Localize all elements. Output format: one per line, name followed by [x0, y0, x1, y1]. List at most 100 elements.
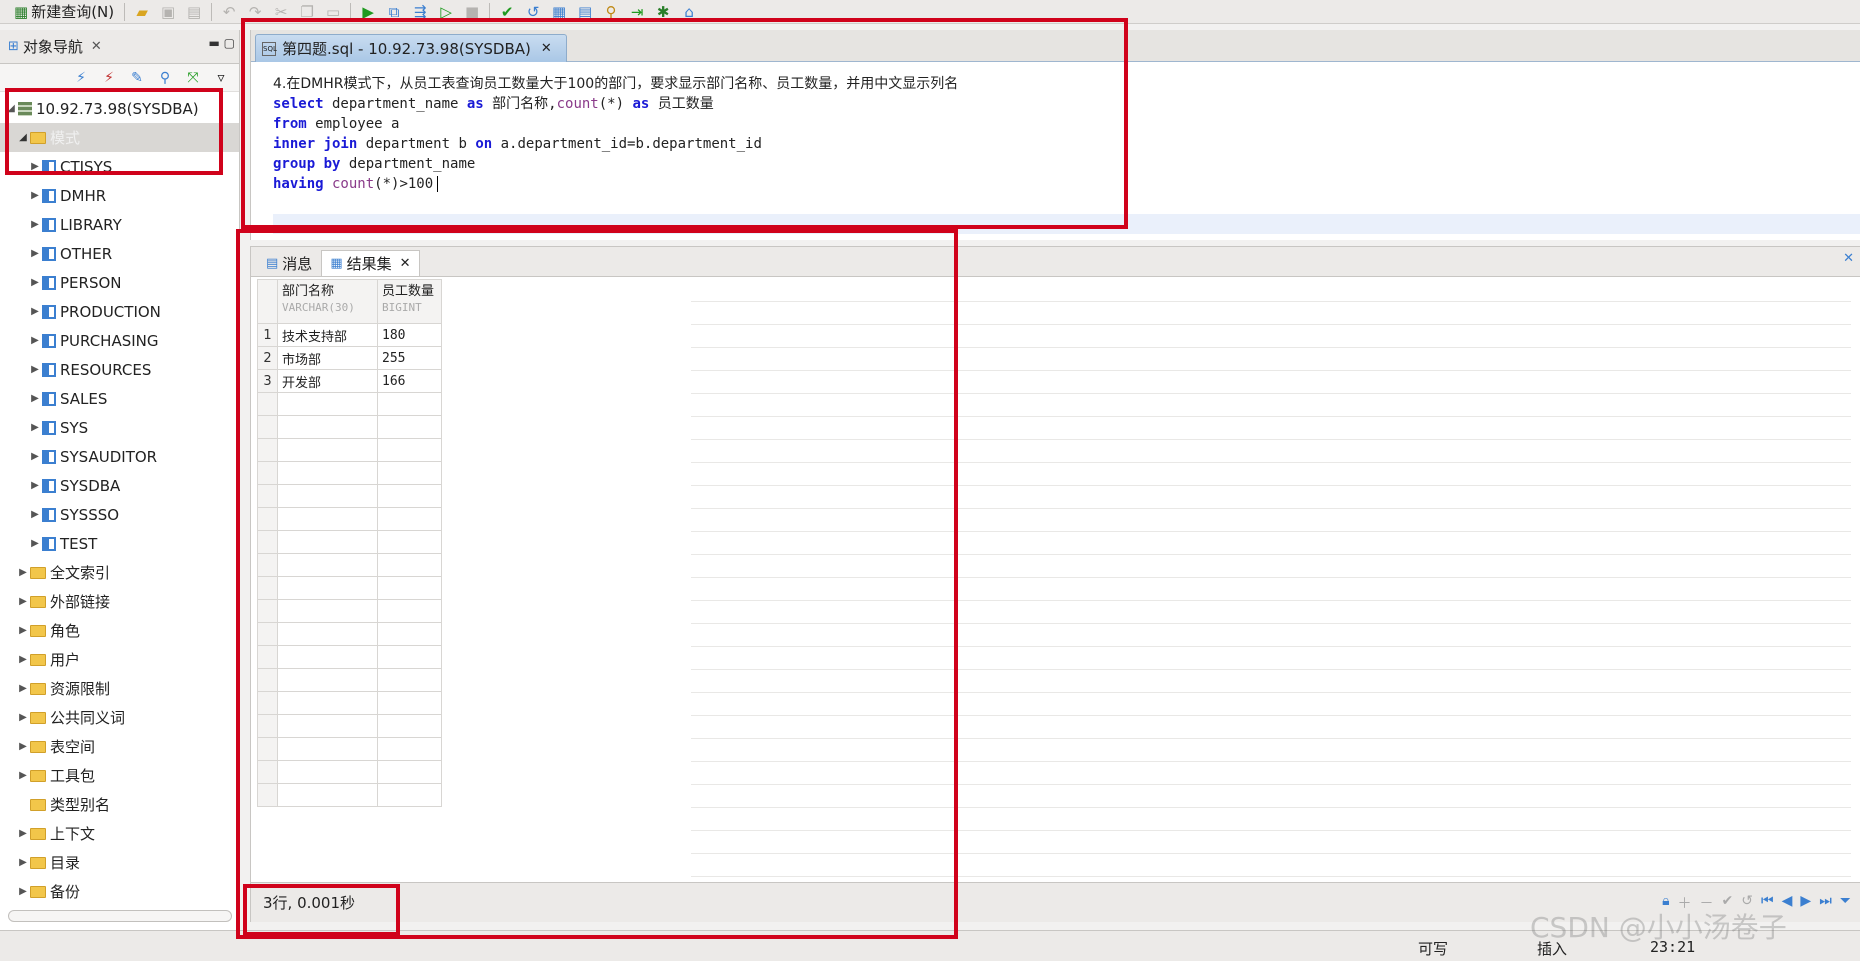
expand-arrow-icon[interactable]: ▶: [16, 625, 30, 636]
new-query-button[interactable]: ▦ 新建查询(N): [8, 1, 120, 23]
run-explain-icon[interactable]: ⧉: [381, 1, 407, 23]
expand-arrow-icon[interactable]: ▶: [28, 451, 42, 462]
paste-icon[interactable]: ▭: [320, 1, 346, 23]
expand-arrow-icon[interactable]: ▶: [16, 770, 30, 781]
tree-schema-item[interactable]: ▶ SYSDBA: [0, 471, 239, 500]
expand-arrow-icon[interactable]: ▶: [16, 683, 30, 694]
dept-name-cell[interactable]: 技术支持部: [277, 323, 378, 347]
tree-connection-node[interactable]: ◢ 10.92.73.98(SYSDBA): [0, 94, 239, 123]
rollback-icon[interactable]: ↺: [520, 1, 546, 23]
copy-icon[interactable]: ❐: [294, 1, 320, 23]
expand-arrow-icon[interactable]: ▶: [28, 538, 42, 549]
expand-arrow-icon[interactable]: ▶: [28, 248, 42, 259]
expand-arrow-icon[interactable]: ▶: [28, 509, 42, 520]
sql-code-area[interactable]: 4.在DMHR模式下，从员工表查询员工数量大于100的部门，要求显示部门名称、员…: [273, 74, 958, 194]
tree-folder-item[interactable]: ▶ 工具包: [0, 761, 239, 790]
collapse-icon[interactable]: ⤧: [181, 70, 205, 86]
tree-schema-item[interactable]: ▶ LIBRARY: [0, 210, 239, 239]
tree-folder-item[interactable]: ▶ 角色: [0, 616, 239, 645]
expand-arrow-icon[interactable]: ▶: [16, 886, 30, 897]
table-row[interactable]: 1 技术支持部 180: [257, 323, 442, 347]
expand-arrow-icon[interactable]: ▶: [28, 364, 42, 375]
expand-arrow-icon[interactable]: ▶: [16, 741, 30, 752]
expand-arrow-icon[interactable]: ▶: [16, 857, 30, 868]
expand-arrow-icon[interactable]: ▶: [28, 306, 42, 317]
column-header[interactable]: 员工数量 BIGINT: [377, 279, 442, 324]
stop-icon[interactable]: ■: [459, 1, 485, 23]
tree-folder-item[interactable]: ▶ 上下文: [0, 819, 239, 848]
execute-script-icon[interactable]: ▷: [433, 1, 459, 23]
connect-icon[interactable]: ⚡: [69, 70, 93, 86]
dept-name-cell[interactable]: 市场部: [277, 346, 378, 370]
expand-arrow-icon[interactable]: ▶: [28, 480, 42, 491]
last-page-icon[interactable]: ⏭: [1819, 893, 1832, 913]
tree-schema-item[interactable]: ▶ CTISYS: [0, 152, 239, 181]
close-icon[interactable]: ✕: [91, 39, 102, 54]
column-header[interactable]: 部门名称 VARCHAR(30): [277, 279, 378, 324]
tab-messages[interactable]: ▤ 消息: [257, 250, 321, 276]
maximize-icon[interactable]: ✕: [1843, 251, 1854, 266]
tree-schema-item[interactable]: ▶ OTHER: [0, 239, 239, 268]
tree-schema-item[interactable]: ▶ SYSAUDITOR: [0, 442, 239, 471]
tree-folder-item[interactable]: ▶ 外部链接: [0, 587, 239, 616]
debug-search-icon[interactable]: ⚲: [598, 1, 624, 23]
tree-folder-item[interactable]: ▶ 表空间: [0, 732, 239, 761]
tab-resultset[interactable]: ▦ 结果集 ✕: [321, 250, 420, 276]
edit-icon[interactable]: ✎: [125, 70, 149, 86]
minimize-icon[interactable]: ▬ ▢: [209, 36, 236, 50]
tree-folder-item[interactable]: ▶ 公共同义词: [0, 703, 239, 732]
expand-arrow-icon[interactable]: ▶: [16, 567, 30, 578]
horizontal-scrollbar[interactable]: [8, 910, 232, 922]
tree-folder-item[interactable]: ▶ 资源限制: [0, 674, 239, 703]
cut-icon[interactable]: ✂: [268, 1, 294, 23]
tree-schema-item[interactable]: ▶ RESOURCES: [0, 355, 239, 384]
run-step-icon[interactable]: ⇶: [407, 1, 433, 23]
expand-arrow-icon[interactable]: ▶: [16, 828, 30, 839]
run-icon[interactable]: ▶: [355, 1, 381, 23]
disconnect-icon[interactable]: ⚡: [97, 70, 121, 86]
save-icon[interactable]: ▣: [155, 1, 181, 23]
expand-arrow-icon[interactable]: ▶: [16, 712, 30, 723]
search-icon[interactable]: ⚲: [153, 70, 177, 86]
expand-arrow-icon[interactable]: ▶: [28, 277, 42, 288]
tree-schema-item[interactable]: ▶ DMHR: [0, 181, 239, 210]
menu-icon[interactable]: ▿: [209, 70, 233, 86]
tree-folder-item[interactable]: ▶ 用户: [0, 645, 239, 674]
save-all-icon[interactable]: ▤: [181, 1, 207, 23]
open-folder-icon[interactable]: ▰: [129, 1, 155, 23]
options-icon[interactable]: ▤: [572, 1, 598, 23]
expand-arrow-icon[interactable]: ▶: [28, 422, 42, 433]
tree-schema-item[interactable]: ▶ SYSSSO: [0, 500, 239, 529]
editor-tab[interactable]: SQL 第四题.sql - 10.92.73.98(SYSDBA) ✕: [255, 34, 567, 62]
table-row[interactable]: 2 市场部 255: [257, 346, 442, 370]
expand-arrow-icon[interactable]: ▶: [28, 219, 42, 230]
tree-schema-item[interactable]: ▶ PERSON: [0, 268, 239, 297]
tree-folder-item[interactable]: ▶ 目录: [0, 848, 239, 877]
expand-arrow-icon[interactable]: ▶: [28, 393, 42, 404]
tree-schema-item[interactable]: ▶ PURCHASING: [0, 326, 239, 355]
filter-icon[interactable]: ⏷: [1840, 893, 1851, 913]
close-icon[interactable]: ✕: [400, 256, 411, 271]
next-page-icon[interactable]: ▶: [1800, 893, 1811, 913]
home-icon[interactable]: ⌂: [676, 1, 702, 23]
expand-arrow-icon[interactable]: ▶: [28, 190, 42, 201]
bug-icon[interactable]: ✱: [650, 1, 676, 23]
tree-schema-folder[interactable]: ◢ 模式: [0, 123, 239, 152]
employee-count-cell[interactable]: 255: [377, 346, 442, 370]
tree-schema-item[interactable]: ▶ SALES: [0, 384, 239, 413]
employee-count-cell[interactable]: 180: [377, 323, 442, 347]
employee-count-cell[interactable]: 166: [377, 369, 442, 393]
dept-name-cell[interactable]: 开发部: [277, 369, 378, 393]
tree-schema-item[interactable]: ▶ SYS: [0, 413, 239, 442]
expand-arrow-icon[interactable]: ◢: [4, 103, 18, 114]
undo-icon[interactable]: ↶: [216, 1, 242, 23]
redo-icon[interactable]: ↷: [242, 1, 268, 23]
tree-folder-item[interactable]: ▶ 全文索引: [0, 558, 239, 587]
expand-arrow-icon[interactable]: ▶: [16, 596, 30, 607]
commit-icon[interactable]: ✔: [494, 1, 520, 23]
expand-arrow-icon[interactable]: ◢: [16, 132, 30, 143]
tree-schema-item[interactable]: ▶ PRODUCTION: [0, 297, 239, 326]
expand-arrow-icon[interactable]: ▶: [28, 335, 42, 346]
tree-schema-item[interactable]: ▶ TEST: [0, 529, 239, 558]
navigator-tab[interactable]: ⊞ 对象导航 ✕ ▬ ▢: [0, 30, 239, 64]
